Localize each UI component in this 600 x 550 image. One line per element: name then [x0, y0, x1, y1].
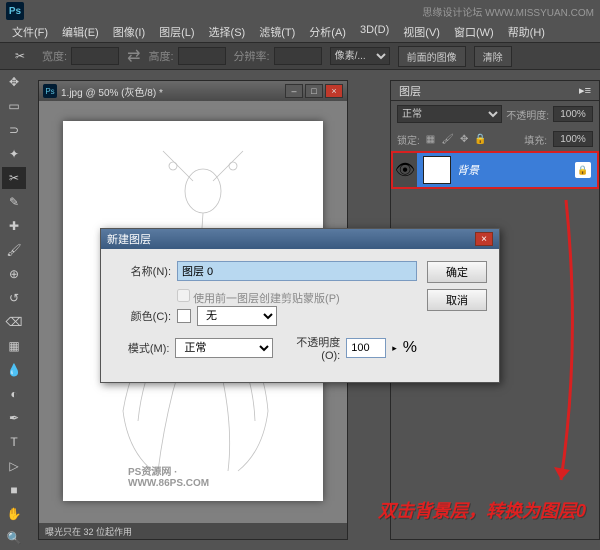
layer-list: 👁 背景 🔒: [391, 151, 599, 189]
stamp-tool[interactable]: ⊕: [2, 263, 26, 285]
annotation-text: 双击背景层，转换为图层0: [378, 497, 586, 523]
options-bar: ✂ 宽度: ⇄ 高度: 分辨率: 像素/... 前面的图像 清除: [0, 42, 600, 70]
height-input[interactable]: [178, 47, 226, 65]
width-input[interactable]: [71, 47, 119, 65]
toolbox: ✥ ▭ ⊃ ✦ ✂ ✎ ✚ 🖌 ⊕ ↺ ⌫ ▦ 💧 ◐ ✒ T ▷ ■ ✋ 🔍: [0, 70, 28, 550]
menu-edit[interactable]: 编辑(E): [56, 22, 105, 42]
eyedropper-tool[interactable]: ✎: [2, 191, 26, 213]
height-label: 高度:: [148, 48, 173, 64]
menu-filter[interactable]: 滤镜(T): [253, 22, 301, 42]
name-label: 名称(N):: [113, 263, 171, 279]
lock-move-icon[interactable]: ✥: [460, 134, 468, 145]
opacity-label: 不透明度:: [506, 107, 549, 122]
name-input[interactable]: [177, 261, 417, 281]
crop-tool-preset[interactable]: ✂: [8, 45, 32, 67]
menu-3d[interactable]: 3D(D): [354, 22, 395, 42]
history-brush-tool[interactable]: ↺: [2, 287, 26, 309]
mode-label: 模式(M):: [113, 340, 169, 356]
dialog-close[interactable]: ×: [475, 232, 493, 246]
pen-tool[interactable]: ✒: [2, 407, 26, 429]
menu-image[interactable]: 图像(I): [107, 22, 151, 42]
hand-tool[interactable]: ✋: [2, 503, 26, 525]
visibility-icon[interactable]: 👁: [393, 153, 417, 187]
layer-name[interactable]: 背景: [457, 162, 575, 178]
crop-tool[interactable]: ✂: [2, 167, 26, 189]
eraser-tool[interactable]: ⌫: [2, 311, 26, 333]
zoom-tool[interactable]: 🔍: [2, 527, 26, 549]
menu-view[interactable]: 视图(V): [397, 22, 446, 42]
menu-window[interactable]: 窗口(W): [448, 22, 500, 42]
layers-tab[interactable]: 图层 ▸≡: [391, 81, 599, 101]
lock-trans-icon[interactable]: ▦: [426, 134, 435, 145]
doc-close[interactable]: ×: [325, 84, 343, 98]
brush-tool[interactable]: 🖌: [2, 239, 26, 261]
menu-file[interactable]: 文件(F): [6, 22, 54, 42]
clip-checkbox: [177, 289, 190, 302]
clip-label: 使用前一图层创建剪贴蒙版(P): [193, 293, 340, 305]
dialog-title: 新建图层: [107, 231, 475, 247]
opacity-input[interactable]: [553, 106, 593, 122]
swap-icon[interactable]: ⇄: [127, 46, 140, 66]
cancel-button[interactable]: 取消: [427, 289, 487, 311]
layer-thumbnail[interactable]: [423, 156, 451, 184]
blur-tool[interactable]: 💧: [2, 359, 26, 381]
dialog-titlebar[interactable]: 新建图层 ×: [101, 229, 499, 249]
color-select[interactable]: 无: [197, 306, 277, 326]
menu-layer[interactable]: 图层(L): [153, 22, 200, 42]
opacity-arrow-icon[interactable]: ▸: [392, 343, 397, 354]
panel-menu-icon[interactable]: ▸≡: [579, 84, 591, 97]
healing-tool[interactable]: ✚: [2, 215, 26, 237]
menu-help[interactable]: 帮助(H): [502, 22, 551, 42]
gradient-tool[interactable]: ▦: [2, 335, 26, 357]
move-tool[interactable]: ✥: [2, 71, 26, 93]
blend-mode[interactable]: 正常: [397, 105, 502, 123]
res-input[interactable]: [274, 47, 322, 65]
color-label: 颜色(C):: [113, 308, 171, 324]
doc-maximize[interactable]: □: [305, 84, 323, 98]
pixel-unit[interactable]: 像素/...: [330, 47, 390, 65]
watermark: PS资源网 · WWW.86PS.COM: [128, 463, 258, 489]
doc-titlebar[interactable]: Ps 1.jpg @ 50% (灰色/8) * – □ ×: [39, 81, 347, 101]
dodge-tool[interactable]: ◐: [2, 383, 26, 405]
fill-label: 填充:: [524, 132, 547, 147]
lock-icon: 🔒: [575, 162, 591, 178]
forum-link: 思缘设计论坛 WWW.MISSYUAN.COM: [422, 4, 594, 19]
res-label: 分辨率:: [234, 48, 270, 64]
wand-tool[interactable]: ✦: [2, 143, 26, 165]
opacity-label-dlg: 不透明度(O):: [279, 334, 340, 362]
menu-select[interactable]: 选择(S): [203, 22, 252, 42]
front-image-btn[interactable]: 前面的图像: [398, 46, 466, 67]
type-tool[interactable]: T: [2, 431, 26, 453]
ps-logo: Ps: [6, 2, 24, 20]
app-titlebar: Ps 思缘设计论坛 WWW.MISSYUAN.COM: [0, 0, 600, 22]
doc-minimize[interactable]: –: [285, 84, 303, 98]
lock-paint-icon[interactable]: 🖌: [441, 134, 454, 145]
doc-status: 曝光只在 32 位起作用: [39, 523, 347, 539]
marquee-tool[interactable]: ▭: [2, 95, 26, 117]
layer-background[interactable]: 👁 背景 🔒: [391, 151, 599, 189]
percent-label: %: [403, 339, 417, 357]
ok-button[interactable]: 确定: [427, 261, 487, 283]
lock-all-icon[interactable]: 🔒: [474, 134, 486, 145]
lock-label: 锁定:: [397, 132, 420, 147]
fill-input[interactable]: [553, 131, 593, 147]
new-layer-dialog: 新建图层 × 名称(N): 使用前一图层创建剪贴蒙版(P) 颜色(C): 无 模…: [100, 228, 500, 383]
width-label: 宽度:: [42, 48, 67, 64]
opacity-input-dlg[interactable]: [346, 338, 386, 358]
menubar: 文件(F) 编辑(E) 图像(I) 图层(L) 选择(S) 滤镜(T) 分析(A…: [0, 22, 600, 42]
doc-title: 1.jpg @ 50% (灰色/8) *: [61, 84, 285, 99]
mode-select[interactable]: 正常: [175, 338, 273, 358]
doc-ps-icon: Ps: [43, 84, 57, 98]
menu-analysis[interactable]: 分析(A): [303, 22, 352, 42]
color-swatch: [177, 309, 191, 323]
lasso-tool[interactable]: ⊃: [2, 119, 26, 141]
path-tool[interactable]: ▷: [2, 455, 26, 477]
clear-btn[interactable]: 清除: [474, 46, 512, 67]
shape-tool[interactable]: ■: [2, 479, 26, 501]
